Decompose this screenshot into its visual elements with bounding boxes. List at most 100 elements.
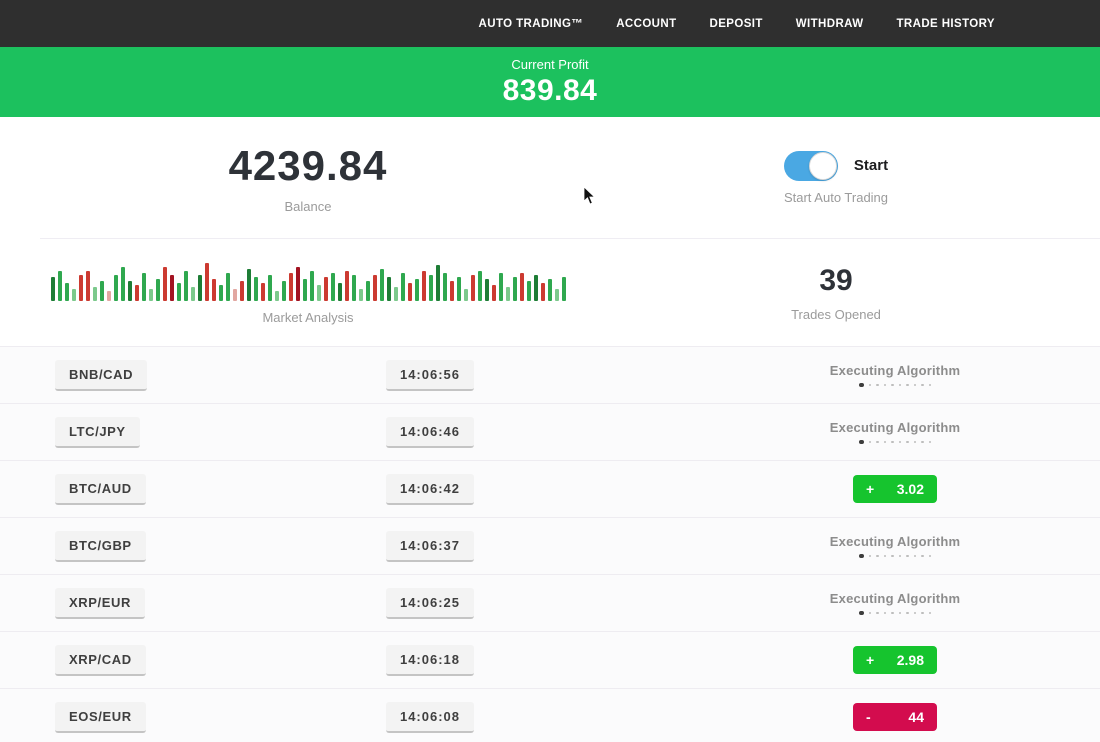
market-bar [240, 281, 244, 301]
market-bar [100, 281, 104, 301]
progress-dot [876, 384, 879, 387]
progress-dot [906, 555, 909, 558]
progress-dot [899, 555, 902, 558]
progress-dot [876, 441, 879, 444]
market-bar [289, 273, 293, 301]
market-bar [191, 287, 195, 301]
badge-sign: + [866, 652, 874, 668]
market-bar [443, 273, 447, 301]
balance-value: 4239.84 [229, 142, 388, 190]
progress-dot [929, 441, 932, 444]
pair-tag: BNB/CAD [55, 360, 147, 391]
market-bar [219, 285, 223, 301]
progress-dot [914, 384, 917, 387]
market-bar [541, 283, 545, 301]
badge-value: 2.98 [897, 652, 924, 668]
progress-dot [914, 441, 917, 444]
market-analysis-chart [51, 261, 566, 301]
market-bar [184, 271, 188, 301]
market-bar [177, 283, 181, 301]
trade-time: 14:06:37 [386, 531, 474, 562]
auto-trading-caption: Start Auto Trading [784, 190, 888, 205]
market-bar [380, 269, 384, 301]
market-bar [485, 279, 489, 301]
market-bar [548, 279, 552, 301]
trade-row: BNB/CAD14:06:56Executing Algorithm [0, 346, 1100, 403]
nav-item-trade-history[interactable]: TRADE HISTORY [897, 18, 996, 30]
market-bar [121, 267, 125, 301]
market-bar [72, 289, 76, 301]
progress-dot [891, 612, 894, 615]
market-bar [331, 273, 335, 301]
progress-dot [859, 554, 864, 559]
market-bar [492, 285, 496, 301]
market-bar [93, 287, 97, 301]
progress-dot [906, 612, 909, 615]
market-bar [114, 275, 118, 301]
progress-dot [921, 384, 924, 387]
market-bar [135, 285, 139, 301]
market-bar [345, 271, 349, 301]
trade-time: 14:06:25 [386, 588, 474, 619]
progress-dot [906, 384, 909, 387]
market-bar [128, 281, 132, 301]
market-bar [107, 291, 111, 301]
market-bar [324, 277, 328, 301]
balance-section: 4239.84 Balance Start Start Auto Trading [0, 117, 1100, 238]
market-bar [534, 275, 538, 301]
executing-algorithm-label: Executing Algorithm [830, 420, 960, 435]
nav-item-deposit[interactable]: DEPOSIT [710, 18, 763, 30]
trade-time: 14:06:42 [386, 474, 474, 505]
progress-dot [859, 383, 864, 388]
top-nav: AUTO TRADING™ ACCOUNT DEPOSIT WITHDRAW TRADE… [0, 0, 1100, 47]
profit-badge: +3.02 [853, 475, 937, 503]
badge-sign: - [866, 709, 871, 725]
market-bar [387, 277, 391, 301]
progress-dot [876, 555, 879, 558]
nav-item-account[interactable]: ACCOUNT [616, 18, 676, 30]
progress-dot [869, 555, 872, 558]
trade-row: XRP/CAD14:06:18+2.98 [0, 631, 1100, 688]
pair-tag: EOS/EUR [55, 702, 146, 733]
market-bar [233, 289, 237, 301]
market-bar [373, 275, 377, 301]
toggle-label: Start [854, 157, 888, 174]
market-bar [282, 281, 286, 301]
trades-list: BNB/CAD14:06:56Executing AlgorithmLTC/JP… [0, 346, 1100, 742]
market-bar [317, 285, 321, 301]
market-bar [513, 277, 517, 301]
progress-dot [884, 612, 887, 615]
pair-tag: XRP/EUR [55, 588, 145, 619]
market-bar [261, 283, 265, 301]
progress-dot [929, 384, 932, 387]
market-bar [226, 273, 230, 301]
trade-time: 14:06:08 [386, 702, 474, 733]
market-bar [352, 275, 356, 301]
toggle-knob [809, 152, 837, 180]
pair-tag: BTC/GBP [55, 531, 146, 562]
market-bar [408, 283, 412, 301]
trade-row: BTC/AUD 14:06:42 +3.02 [0, 460, 1100, 517]
progress-dot [869, 612, 872, 615]
progress-dot [914, 555, 917, 558]
market-bar [51, 277, 55, 301]
progress-dot [859, 611, 864, 616]
progress-dot [869, 441, 872, 444]
market-bar [58, 271, 62, 301]
trade-time: 14:06:46 [386, 417, 474, 448]
market-bar [310, 271, 314, 301]
progress-dot [921, 555, 924, 558]
nav-item-auto-trading[interactable]: AUTO TRADING™ [479, 18, 584, 30]
market-bar [359, 289, 363, 301]
nav-item-withdraw[interactable]: WITHDRAW [796, 18, 864, 30]
loss-badge: -44 [853, 703, 937, 731]
progress-dot [891, 441, 894, 444]
auto-trading-toggle[interactable] [784, 151, 838, 181]
trades-opened-label: Trades Opened [791, 307, 881, 322]
pair-tag: BTC/AUD [55, 474, 146, 505]
market-bar [205, 263, 209, 301]
market-bar [457, 277, 461, 301]
market-bar [415, 279, 419, 301]
market-bar [436, 265, 440, 301]
market-bar [198, 275, 202, 301]
